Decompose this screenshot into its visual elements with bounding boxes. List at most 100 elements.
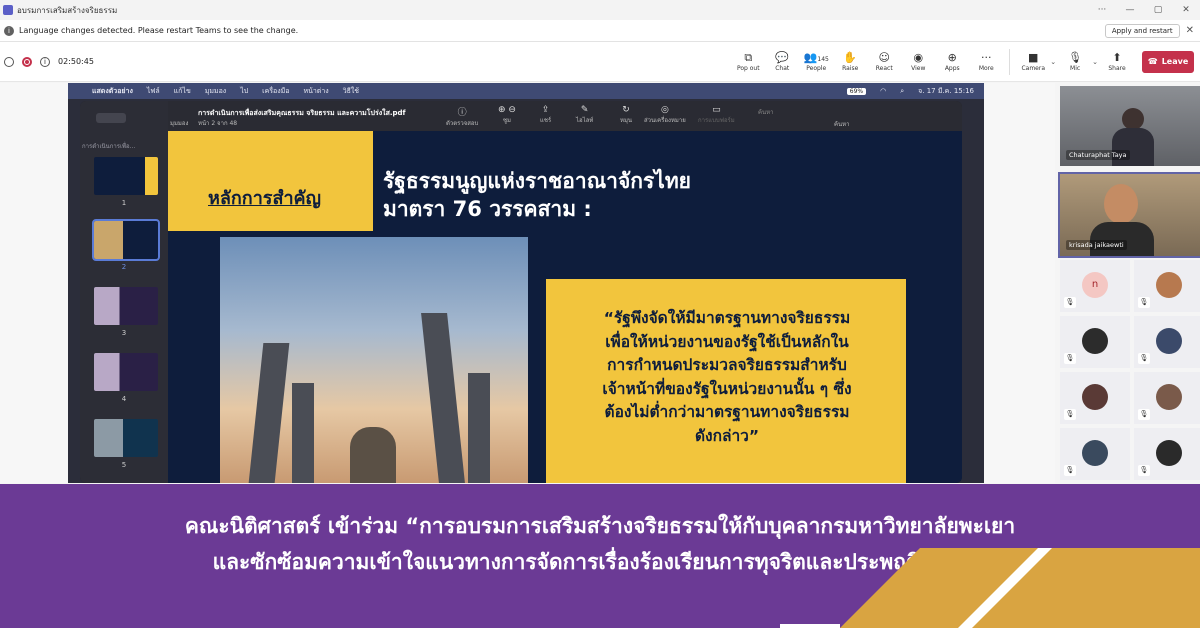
avatar bbox=[1156, 440, 1182, 466]
mic-off-icon: 🎙 bbox=[1138, 297, 1150, 308]
mic-button[interactable]: 🎙 Mic bbox=[1058, 44, 1092, 80]
share-icon: ⇪ bbox=[541, 105, 550, 115]
slide-title-line: มาตรา 76 วรรคสาม : bbox=[383, 197, 592, 221]
apply-and-restart-button[interactable]: Apply and restart bbox=[1104, 23, 1180, 38]
participant-tile[interactable]: 🎙 bbox=[1134, 316, 1200, 368]
camera-button[interactable]: ■ Camera bbox=[1016, 44, 1050, 80]
participant-tile[interactable]: 🎙 bbox=[1134, 428, 1200, 480]
share-button[interactable]: ⬆ Share bbox=[1100, 44, 1134, 80]
view-button[interactable]: ◉ View bbox=[901, 44, 935, 80]
mic-options-chevron-icon[interactable]: ⌄ bbox=[1092, 58, 1098, 66]
participant-tile[interactable]: 🎙 bbox=[1134, 260, 1200, 312]
person-silhouette bbox=[1104, 184, 1138, 224]
toolbar-divider bbox=[1009, 48, 1011, 75]
window-titlebar: อบรมการเสริมสร้างจริยธรรม ··· — ▢ ✕ bbox=[0, 0, 1200, 20]
pop-out-icon: ⧉ bbox=[744, 51, 753, 64]
tool-label: ส่วนเครื่องหมาย bbox=[644, 117, 686, 124]
markup-icon: ◎ bbox=[660, 105, 669, 115]
zoom-tool[interactable]: ⊕ ⊖ ซูม bbox=[498, 105, 516, 125]
participant-video[interactable]: Chaturaphat Taya bbox=[1060, 86, 1200, 166]
camera-label: Camera bbox=[1021, 65, 1046, 72]
status-circle-icon bbox=[4, 56, 14, 67]
quote-line: ดังกล่าว” bbox=[694, 426, 760, 445]
decorative-corner-stripes bbox=[780, 548, 1200, 628]
chat-button[interactable]: 💬 Chat bbox=[765, 44, 799, 80]
page-thumbnail-1[interactable] bbox=[94, 157, 158, 195]
pdf-search-input[interactable]: ค้นหา bbox=[758, 107, 773, 117]
tool-label: ไฮไลท์ bbox=[576, 117, 594, 124]
camera-options-chevron-icon[interactable]: ⌄ bbox=[1050, 58, 1056, 66]
maximize-icon[interactable]: ▢ bbox=[1144, 5, 1172, 15]
monument-wing bbox=[292, 383, 314, 483]
tool-label: หมุน bbox=[620, 117, 633, 124]
zoom-icon: ⊕ ⊖ bbox=[498, 105, 516, 115]
react-button[interactable]: ☺ React bbox=[867, 44, 901, 80]
phone-icon: ☎ bbox=[1147, 57, 1158, 66]
mic-off-icon: 🎙 bbox=[1138, 353, 1150, 364]
view-mode-label[interactable]: มุมมอง bbox=[170, 118, 188, 128]
page-thumbnail-2[interactable] bbox=[92, 219, 160, 261]
participant-video-speaking[interactable]: krisada jaikaewti bbox=[1058, 172, 1200, 258]
apps-button[interactable]: ⊕ Apps bbox=[935, 44, 969, 80]
page-number: 1 bbox=[121, 199, 127, 207]
mic-off-icon: 🎙 bbox=[1138, 409, 1150, 420]
meeting-info-icon[interactable]: i bbox=[40, 56, 50, 67]
slide-constitution-title: รัฐธรรมนูญแห่งราชอาณาจักรไทย มาตรา 76 วร… bbox=[383, 167, 691, 223]
quote-line: ต้องไม่ต่ำกว่ามาตรฐานทางจริยธรรม bbox=[604, 403, 850, 421]
monument-wing bbox=[421, 313, 465, 483]
participant-tile[interactable]: 🎙 bbox=[1060, 372, 1130, 424]
close-window-icon[interactable]: ✕ bbox=[1172, 5, 1200, 15]
headline-banner: คณะนิติศาสตร์ เข้าร่วม “การอบรมการเสริมส… bbox=[0, 484, 1200, 628]
info-icon: i bbox=[4, 25, 14, 36]
page-number: 3 bbox=[121, 329, 127, 337]
participant-tile[interactable]: 🎙 bbox=[1060, 316, 1130, 368]
mic-off-icon: 🎙 bbox=[1138, 465, 1150, 476]
more-button[interactable]: ··· More bbox=[969, 44, 1003, 80]
markup-tool[interactable]: ◎ ส่วนเครื่องหมาย bbox=[644, 105, 686, 125]
pop-out-button[interactable]: ⧉ Pop out bbox=[731, 44, 765, 80]
participant-tile[interactable]: 🎙 bbox=[1134, 372, 1200, 424]
democracy-monument-photo bbox=[220, 237, 528, 483]
shared-screen: แสดงตัวอย่าง ไฟล์ แก้ไข มุมมอง ไป เครื่อ… bbox=[68, 83, 984, 483]
teams-logo-icon bbox=[3, 5, 13, 15]
form-tool[interactable]: ▭ การแบบฟอร์ม bbox=[698, 105, 735, 125]
datetime: จ. 17 มี.ค. 15:16 bbox=[918, 86, 974, 95]
page-number: 5 bbox=[121, 461, 127, 469]
mic-label: Mic bbox=[1070, 65, 1081, 72]
menu-item: แก้ไข bbox=[173, 86, 191, 95]
form-icon: ▭ bbox=[712, 105, 721, 115]
chat-label: Chat bbox=[775, 65, 790, 72]
inspector-tool[interactable]: ⓘ ตัวตรวจสอบ bbox=[446, 105, 478, 128]
recording-icon bbox=[22, 56, 32, 67]
quote-box: “รัฐพึงจัดให้มีมาตรฐานทางจริยธรรม เพื่อใ… bbox=[546, 279, 906, 483]
more-options-icon[interactable]: ··· bbox=[1088, 5, 1116, 15]
search-icon: ⌕ bbox=[900, 86, 905, 95]
menu-item: หน้าต่าง bbox=[303, 86, 329, 95]
page-thumbnail-4[interactable] bbox=[94, 353, 158, 391]
participant-tile[interactable]: 🎙 bbox=[1060, 428, 1130, 480]
quote-line: เพื่อให้หน่วยงานของรัฐใช้เป็นหลักใน bbox=[605, 332, 849, 351]
battery-indicator: 69% bbox=[846, 87, 867, 95]
share-tool[interactable]: ⇪ แชร์ bbox=[540, 105, 551, 125]
sidebar-toggle-icon[interactable] bbox=[96, 113, 126, 123]
page-thumbnail-3[interactable] bbox=[94, 287, 158, 325]
language-notice-bar: i Language changes detected. Please rest… bbox=[0, 20, 1200, 42]
close-notice-icon[interactable]: ✕ bbox=[1186, 25, 1194, 36]
tool-label: แชร์ bbox=[540, 117, 552, 124]
quote-line: การกำหนดประมวลจริยธรรมสำหรับ bbox=[607, 356, 847, 374]
slide-title-line: รัฐธรรมนูญแห่งราชอาณาจักรไทย bbox=[383, 169, 691, 193]
meeting-timer: 02:50:45 bbox=[58, 57, 94, 66]
people-button[interactable]: 👥145 People bbox=[799, 44, 833, 80]
minimize-icon[interactable]: — bbox=[1116, 5, 1144, 15]
monument-wing bbox=[248, 343, 290, 483]
participant-tile[interactable]: n 🎙 bbox=[1060, 260, 1130, 312]
raise-hand-button[interactable]: ✋ Raise bbox=[833, 44, 867, 80]
rotate-tool[interactable]: ↻ หมุน bbox=[620, 105, 632, 125]
meeting-toolbar: i 02:50:45 ⧉ Pop out 💬 Chat 👥145 People … bbox=[0, 42, 1200, 82]
mac-menu-bar: แสดงตัวอย่าง ไฟล์ แก้ไข มุมมอง ไป เครื่อ… bbox=[68, 83, 984, 99]
quote-line: “รัฐพึงจัดให้มีมาตรฐานทางจริยธรรม bbox=[603, 309, 851, 327]
page-thumbnail-5[interactable] bbox=[94, 419, 158, 457]
menu-item: มุมมอง bbox=[204, 86, 227, 95]
leave-button[interactable]: ☎ Leave bbox=[1142, 50, 1194, 73]
highlight-tool[interactable]: ✎ ไฮไลท์ bbox=[576, 105, 593, 125]
